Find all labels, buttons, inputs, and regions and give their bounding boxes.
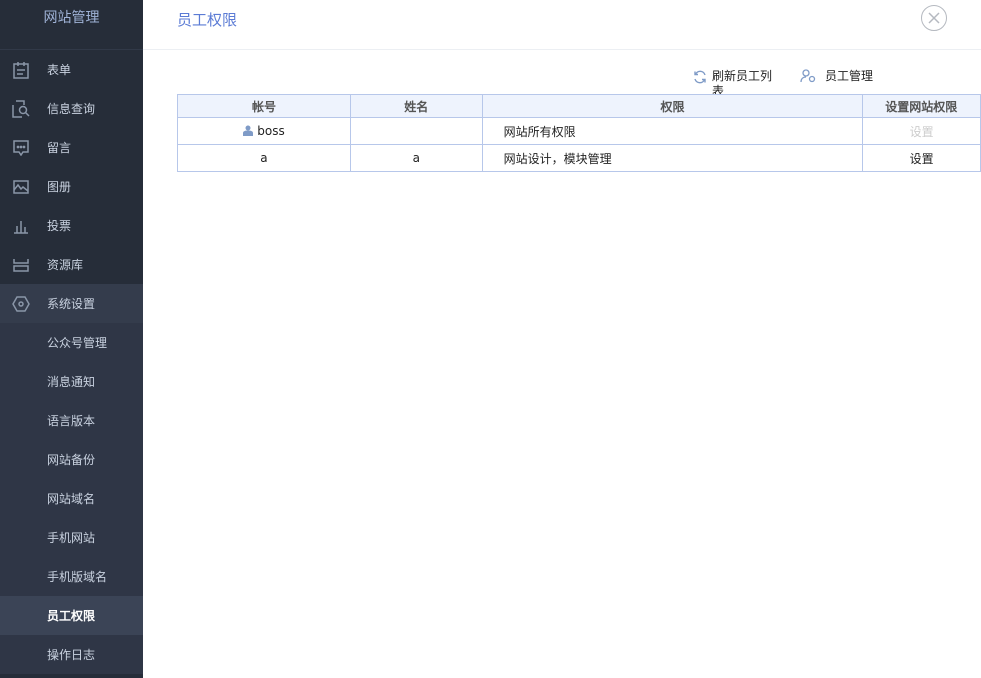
- account-cell: a: [177, 144, 351, 172]
- header-divider: [143, 49, 981, 50]
- sidebar: 网站管理 表单 信息查询 留言 图册 投票 资源库 系统设置 公众号管理 消息通…: [0, 0, 143, 678]
- sidebar-brand: 网站管理: [0, 0, 143, 50]
- sidebar-item-info-query[interactable]: 信息查询: [0, 89, 143, 128]
- refresh-icon: [694, 70, 706, 84]
- sidebar-submenu: 公众号管理 消息通知 语言版本 网站备份 网站域名 手机网站 手机版域名 员工权…: [0, 323, 143, 674]
- set-permission-button-disabled: 设置: [862, 117, 981, 145]
- sidebar-item-label: 员工权限: [47, 609, 96, 623]
- message-icon: [11, 139, 31, 157]
- name-cell: [349, 117, 483, 145]
- user-icon: [243, 125, 254, 136]
- sidebar-item-message[interactable]: 留言: [0, 128, 143, 167]
- sidebar-item-label: 语言版本: [47, 414, 96, 428]
- close-button[interactable]: [921, 5, 947, 31]
- sidebar-subitem-domain[interactable]: 网站域名: [0, 479, 143, 518]
- sidebar-subitem-staff-permissions[interactable]: 员工权限: [0, 596, 143, 635]
- settings-icon: [11, 295, 31, 313]
- set-permission-button[interactable]: 设置: [862, 144, 981, 172]
- permission-cell: 网站所有权限: [481, 117, 864, 145]
- column-header-account: 帐号: [177, 94, 351, 118]
- sidebar-item-vote[interactable]: 投票: [0, 206, 143, 245]
- name-cell: a: [349, 144, 483, 172]
- staff-permissions-table: 帐号 姓名 权限 设置网站权限 boss 网站所有权限 设置 a a 网站设计，…: [177, 94, 981, 172]
- sidebar-item-label: 信息查询: [47, 102, 96, 116]
- form-icon: [11, 61, 31, 79]
- sidebar-item-label: 资源库: [47, 258, 84, 272]
- sidebar-item-system-settings[interactable]: 系统设置: [0, 284, 143, 323]
- sidebar-item-label: 网站备份: [47, 453, 96, 467]
- sidebar-subitem-mobile-domain[interactable]: 手机版域名: [0, 557, 143, 596]
- bar-chart-icon: [11, 217, 31, 235]
- sidebar-item-label: 手机版域名: [47, 570, 108, 584]
- main-panel: 员工权限 刷新员工列表 员工管理 帐号 姓名 权限 设置网站权限 boss 网站…: [143, 0, 981, 678]
- sidebar-subitem-backup[interactable]: 网站备份: [0, 440, 143, 479]
- sidebar-subitem-language[interactable]: 语言版本: [0, 401, 143, 440]
- sidebar-item-label: 操作日志: [47, 648, 96, 662]
- account-cell: boss: [177, 117, 351, 145]
- sidebar-subitem-wechat[interactable]: 公众号管理: [0, 323, 143, 362]
- sidebar-subitem-mobile-site[interactable]: 手机网站: [0, 518, 143, 557]
- permission-cell: 网站设计，模块管理: [481, 144, 864, 172]
- sidebar-item-gallery[interactable]: 图册: [0, 167, 143, 206]
- user-settings-icon: [800, 69, 816, 83]
- storage-icon: [11, 256, 31, 274]
- sidebar-item-label: 表单: [47, 63, 72, 77]
- table-row: boss 网站所有权限 设置: [177, 117, 981, 145]
- sidebar-subitem-operation-log[interactable]: 操作日志: [0, 635, 143, 674]
- column-header-permissions: 权限: [481, 94, 864, 118]
- search-doc-icon: [11, 99, 31, 118]
- page-title: 员工权限: [177, 11, 238, 29]
- column-header-name: 姓名: [349, 94, 483, 118]
- sidebar-item-label: 留言: [47, 141, 72, 155]
- staff-management-button[interactable]: 员工管理: [800, 69, 875, 84]
- gallery-icon: [11, 178, 31, 196]
- sidebar-item-resources[interactable]: 资源库: [0, 245, 143, 284]
- staff-management-label: 员工管理: [825, 69, 874, 83]
- close-icon: [928, 12, 940, 24]
- sidebar-item-label: 投票: [47, 219, 72, 233]
- table-row: a a 网站设计，模块管理 设置: [177, 144, 981, 172]
- table-header-row: 帐号 姓名 权限 设置网站权限: [177, 94, 981, 118]
- sidebar-item-form[interactable]: 表单: [0, 50, 143, 89]
- sidebar-item-label: 消息通知: [47, 375, 96, 389]
- sidebar-item-label: 手机网站: [47, 531, 96, 545]
- sidebar-item-label: 网站域名: [47, 492, 96, 506]
- account-value: boss: [257, 124, 285, 138]
- sidebar-item-label: 公众号管理: [47, 336, 108, 350]
- sidebar-subitem-notifications[interactable]: 消息通知: [0, 362, 143, 401]
- column-header-set-permissions: 设置网站权限: [862, 94, 981, 118]
- sidebar-item-label: 系统设置: [47, 297, 96, 311]
- sidebar-item-label: 图册: [47, 180, 72, 194]
